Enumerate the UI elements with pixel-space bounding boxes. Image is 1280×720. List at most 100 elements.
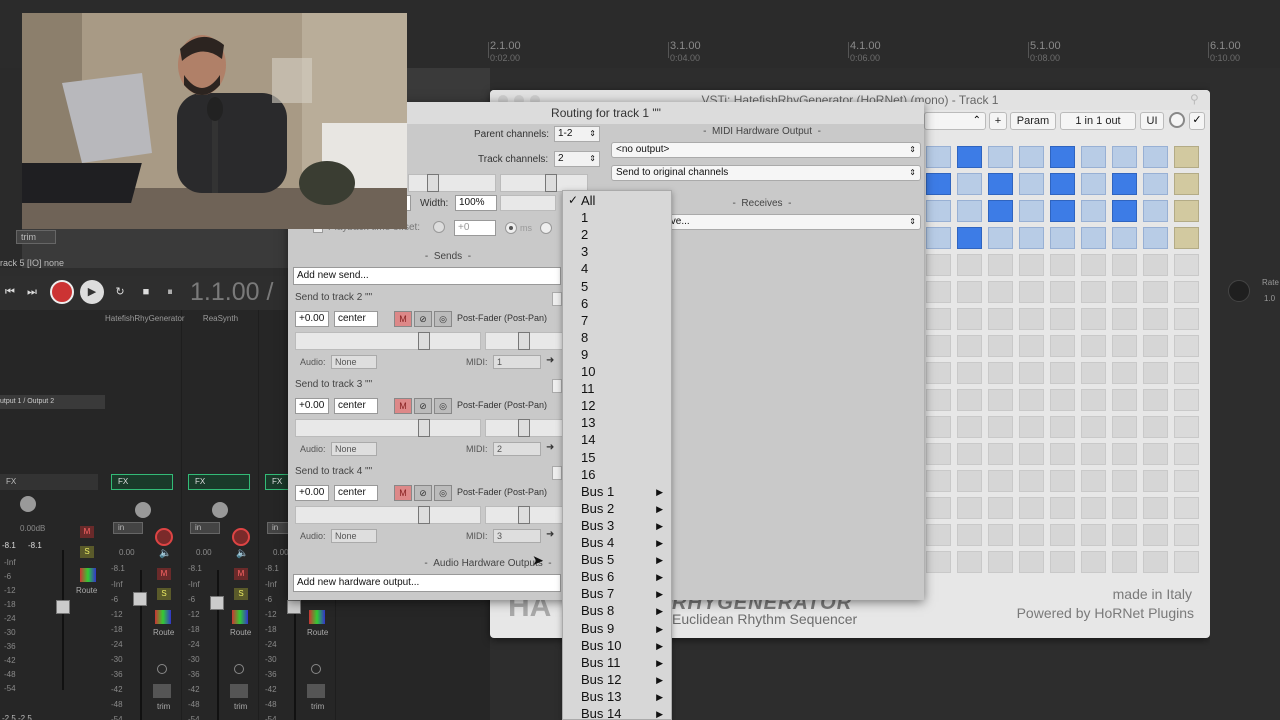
step-cell[interactable]: [1081, 281, 1106, 303]
add-hw-output-button[interactable]: Add new hardware output...: [293, 574, 561, 592]
output-routing-label[interactable]: utput 1 / Output 2: [0, 395, 105, 409]
send-delete-button[interactable]: [552, 379, 562, 393]
record-arm-button[interactable]: [155, 528, 173, 546]
menu-item[interactable]: Bus 12 ▶: [563, 672, 673, 689]
step-cell[interactable]: [1143, 551, 1168, 573]
step-cell[interactable]: [957, 362, 982, 384]
menu-item[interactable]: 4: [563, 261, 673, 278]
envelope-icon[interactable]: [307, 684, 325, 698]
step-cell[interactable]: [1174, 416, 1199, 438]
step-cell[interactable]: [1143, 254, 1168, 276]
route-icon[interactable]: [232, 610, 248, 624]
step-cell[interactable]: [1174, 227, 1199, 249]
send-volume-handle[interactable]: [418, 419, 430, 437]
step-cell[interactable]: [1143, 389, 1168, 411]
step-cell[interactable]: [1050, 470, 1075, 492]
step-cell[interactable]: [957, 389, 982, 411]
step-cell[interactable]: [1143, 308, 1168, 330]
step-cell[interactable]: [926, 443, 951, 465]
step-cell[interactable]: [1112, 335, 1137, 357]
step-cell[interactable]: [926, 362, 951, 384]
step-cell[interactable]: [1019, 200, 1044, 222]
step-cell[interactable]: [1050, 362, 1075, 384]
send-mono-button[interactable]: ◎: [434, 485, 452, 501]
step-cell[interactable]: [1174, 146, 1199, 168]
send-phase-button[interactable]: ⊘: [414, 485, 432, 501]
menu-item[interactable]: 13: [563, 415, 673, 432]
menu-item[interactable]: Bus 1 ▶: [563, 484, 673, 501]
send-phase-button[interactable]: ⊘: [414, 398, 432, 414]
send-pan-field[interactable]: center: [334, 311, 378, 327]
pan-knob[interactable]: [212, 502, 228, 518]
step-cell[interactable]: [1050, 524, 1075, 546]
repeat-button[interactable]: ↻: [110, 282, 130, 302]
step-cell[interactable]: [1143, 281, 1168, 303]
send-audio-dropdown[interactable]: None: [331, 442, 377, 456]
volume-fader[interactable]: [287, 600, 301, 614]
step-cell[interactable]: [926, 335, 951, 357]
menu-item[interactable]: Bus 13 ▶: [563, 689, 673, 706]
step-cell[interactable]: [988, 146, 1013, 168]
send-mode-label[interactable]: Post-Fader (Post-Pan): [457, 313, 547, 323]
step-cell[interactable]: [1143, 146, 1168, 168]
step-cell[interactable]: [988, 200, 1013, 222]
step-cell[interactable]: [926, 254, 951, 276]
send-mute-button[interactable]: M: [394, 485, 412, 501]
step-cell[interactable]: [988, 389, 1013, 411]
send-volume-handle[interactable]: [418, 506, 430, 524]
fx-button[interactable]: FX: [111, 474, 173, 490]
step-cell[interactable]: [957, 227, 982, 249]
master-route-icon[interactable]: [80, 568, 96, 582]
send-delete-button[interactable]: [552, 292, 562, 306]
offset-knob[interactable]: [433, 221, 445, 233]
send-pan-handle[interactable]: [518, 506, 530, 524]
step-cell[interactable]: [957, 416, 982, 438]
step-cell[interactable]: [1174, 443, 1199, 465]
menu-item[interactable]: ✓ All: [563, 193, 673, 210]
menu-item[interactable]: 8: [563, 330, 673, 347]
send-audio-dropdown[interactable]: None: [331, 355, 377, 369]
step-cell[interactable]: [1081, 389, 1106, 411]
add-preset-button[interactable]: +: [989, 112, 1007, 130]
send-midi-dropdown[interactable]: 2: [493, 442, 541, 456]
play-button[interactable]: ▶: [80, 280, 104, 304]
step-cell[interactable]: [1143, 416, 1168, 438]
step-cell[interactable]: [1174, 335, 1199, 357]
step-cell[interactable]: [957, 146, 982, 168]
step-cell[interactable]: [1174, 524, 1199, 546]
step-cell[interactable]: [1112, 254, 1137, 276]
envelope-icon[interactable]: [230, 684, 248, 698]
send-midi-dropdown[interactable]: 3: [493, 529, 541, 543]
step-cell[interactable]: [1081, 497, 1106, 519]
menu-item[interactable]: Bus 4 ▶: [563, 535, 673, 552]
send-arrow-icon[interactable]: ➜: [546, 442, 554, 453]
step-cell[interactable]: [926, 308, 951, 330]
step-cell[interactable]: [1174, 389, 1199, 411]
step-cell[interactable]: [1112, 470, 1137, 492]
phase-icon[interactable]: [311, 664, 321, 674]
step-cell[interactable]: [957, 308, 982, 330]
master-solo-button[interactable]: S: [80, 546, 94, 558]
step-cell[interactable]: [988, 443, 1013, 465]
send-phase-button[interactable]: ⊘: [414, 311, 432, 327]
step-cell[interactable]: [1174, 254, 1199, 276]
step-cell[interactable]: [1081, 254, 1106, 276]
step-cell[interactable]: [1050, 254, 1075, 276]
step-cell[interactable]: [1019, 281, 1044, 303]
send-mode-label[interactable]: Post-Fader (Post-Pan): [457, 487, 547, 497]
menu-item[interactable]: Bus 3 ▶: [563, 518, 673, 535]
step-cell[interactable]: [926, 524, 951, 546]
trim-button[interactable]: trim: [16, 230, 56, 244]
step-cell[interactable]: [1143, 443, 1168, 465]
step-cell[interactable]: [1081, 146, 1106, 168]
menu-item[interactable]: 5: [563, 279, 673, 296]
offset-field[interactable]: +0: [454, 220, 496, 236]
step-cell[interactable]: [1174, 470, 1199, 492]
send-mode-label[interactable]: Post-Fader (Post-Pan): [457, 400, 547, 410]
step-cell[interactable]: [1174, 200, 1199, 222]
step-cell[interactable]: [1081, 443, 1106, 465]
step-cell[interactable]: [1081, 335, 1106, 357]
send-arrow-icon[interactable]: ➜: [546, 355, 554, 366]
menu-item[interactable]: Bus 11 ▶: [563, 655, 673, 672]
step-cell[interactable]: [1081, 551, 1106, 573]
